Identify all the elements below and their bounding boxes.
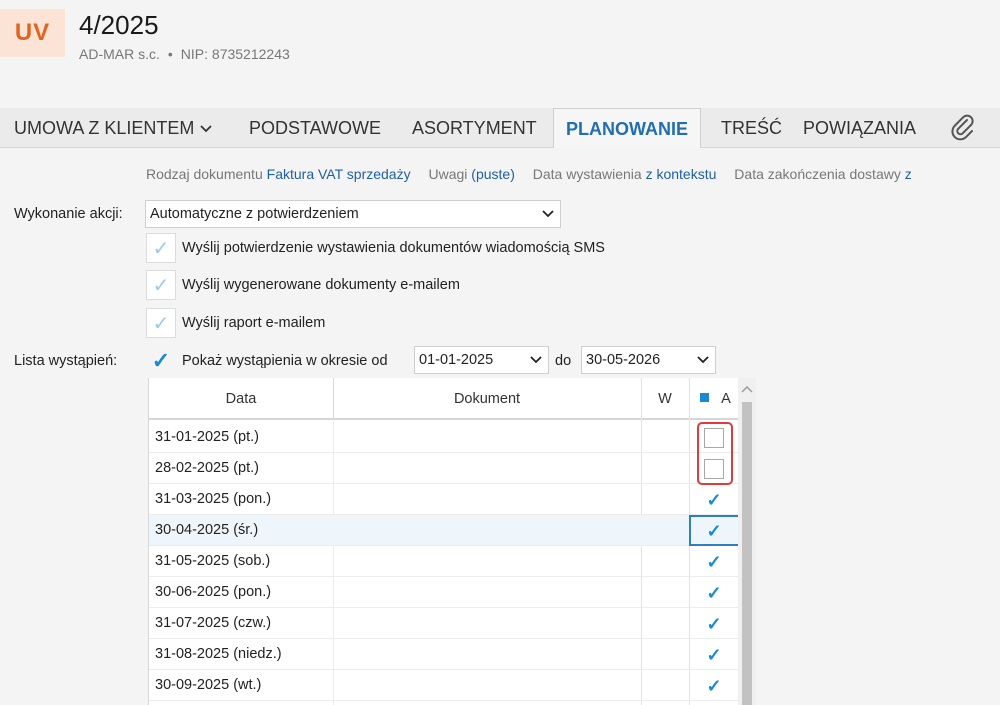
- column-header-w[interactable]: W: [641, 378, 689, 420]
- cell-focus-outline: [689, 515, 738, 546]
- row-date: 31-05-2025 (sob.): [155, 553, 271, 569]
- chevron-down-icon: [697, 347, 709, 382]
- table-row[interactable]: 31-01-2025 (pt.): [149, 422, 738, 453]
- column-header-document[interactable]: Dokument: [333, 378, 641, 420]
- delivery-end-label: Data zakończenia dostawy: [734, 166, 901, 182]
- doc-type-label: Rodzaj dokumentu: [146, 166, 263, 182]
- tab-bar: UMOWA Z KLIENTEM PODSTAWOWE ASORTYMENT P…: [0, 108, 1000, 149]
- nip-number: NIP: 8735212243: [180, 46, 290, 62]
- table-row[interactable]: 30-09-2025 (wt.) ✓: [149, 670, 738, 701]
- tab-powiazania[interactable]: POWIĄZANIA: [803, 108, 916, 148]
- document-number: 4/2025: [79, 10, 159, 40]
- row-date: 31-07-2025 (czw.): [155, 615, 272, 631]
- chevron-down-icon: [530, 347, 542, 382]
- row-date: 31-01-2025 (pt.): [155, 429, 259, 445]
- issue-date-link[interactable]: z kontekstu: [646, 166, 717, 182]
- row-date: 30-06-2025 (pon.): [155, 584, 272, 600]
- occurrences-grid: Data Dokument W A 31-01-2025 (pt.) 28-02-…: [148, 378, 738, 705]
- show-period-checkbox[interactable]: ✓: [146, 346, 176, 376]
- column-header-a[interactable]: A: [715, 378, 737, 420]
- tab-asortyment[interactable]: ASORTYMENT: [412, 108, 537, 148]
- column-divider: [333, 378, 334, 420]
- scroll-up-icon[interactable]: [738, 384, 756, 396]
- date-from-select[interactable]: 01-01-2025: [414, 346, 549, 374]
- report-option-row[interactable]: ✓ Wyślij raport e-mailem: [146, 308, 325, 338]
- grid-scrollbar[interactable]: [738, 378, 756, 705]
- row-active-checkbox[interactable]: ✓: [704, 490, 724, 510]
- row-date: 28-02-2025 (pt.): [155, 460, 259, 476]
- date-from-value: 01-01-2025: [419, 352, 494, 368]
- email-docs-option-row[interactable]: ✓ Wyślij wygenerowane dokumenty e-mailem: [146, 270, 460, 300]
- chevron-down-icon: [200, 108, 212, 148]
- notes-label: Uwagi: [428, 166, 468, 182]
- row-active-checkbox[interactable]: ✓: [704, 583, 724, 603]
- chevron-down-icon: [542, 201, 554, 236]
- row-date: 31-08-2025 (niedz.): [155, 646, 282, 662]
- table-row[interactable]: 30-04-2025 (śr.) ✓: [149, 515, 738, 546]
- tab-planowanie[interactable]: PLANOWANIE: [553, 108, 702, 149]
- scrollbar-thumb[interactable]: [742, 402, 752, 705]
- sms-option-row[interactable]: ✓ Wyślij potwierdzenie wystawienia dokum…: [146, 233, 605, 263]
- checkmark-icon: ✓: [152, 312, 170, 335]
- to-label: do: [555, 353, 572, 369]
- report-checkbox[interactable]: ✓: [146, 308, 176, 338]
- sms-checkbox[interactable]: ✓: [146, 233, 176, 263]
- column-header-date[interactable]: Data: [149, 378, 333, 420]
- planning-panel: Rodzaj dokumentu Faktura VAT sprzedaży U…: [0, 148, 1000, 705]
- row-active-checkbox[interactable]: ✓: [704, 676, 724, 696]
- checkmark-icon: ✓: [706, 614, 722, 634]
- checkmark-icon: ✓: [152, 237, 170, 260]
- table-row[interactable]: 31-07-2025 (czw.) ✓: [149, 608, 738, 639]
- table-row[interactable]: 31-05-2025 (sob.) ✓: [149, 546, 738, 577]
- sms-option-label: Wyślij potwierdzenie wystawienia dokumen…: [182, 240, 605, 256]
- action-label: Wykonanie akcji:: [14, 206, 123, 222]
- checkmark-icon: ✓: [706, 583, 722, 603]
- grid-header: Data Dokument W A: [149, 378, 738, 420]
- checkmark-icon: ✓: [706, 676, 722, 696]
- row-date: 31-03-2025 (pon.): [155, 491, 272, 507]
- doc-type-link[interactable]: Faktura VAT sprzedaży: [267, 166, 411, 182]
- row-active-checkbox[interactable]: ✓: [704, 552, 724, 572]
- checkmark-icon: ✓: [151, 348, 171, 373]
- table-row[interactable]: 30-06-2025 (pon.) ✓: [149, 577, 738, 608]
- notes-link[interactable]: (puste): [471, 166, 515, 182]
- checkmark-icon: ✓: [706, 645, 722, 665]
- row-date: 30-04-2025 (śr.): [155, 522, 259, 538]
- email-docs-option-label: Wyślij wygenerowane dokumenty e-mailem: [182, 277, 460, 293]
- document-type-badge: UV: [0, 9, 65, 57]
- tab-tresc[interactable]: TREŚĆ: [721, 108, 782, 148]
- table-row[interactable]: 31-03-2025 (pon.) ✓: [149, 484, 738, 515]
- paperclip-icon[interactable]: [950, 114, 976, 142]
- date-to-value: 30-05-2026: [586, 352, 661, 368]
- action-select-value: Automatyczne z potwierdzeniem: [150, 206, 359, 222]
- checkmark-icon: ✓: [706, 490, 722, 510]
- select-all-indicator[interactable]: [700, 393, 709, 402]
- row-active-checkbox[interactable]: ✓: [704, 645, 724, 665]
- issue-date-label: Data wystawienia: [532, 166, 642, 182]
- report-option-label: Wyślij raport e-mailem: [182, 315, 326, 331]
- document-header: UV 4/2025 AD-MAR s.c. • NIP: 8735212243: [0, 0, 1000, 108]
- table-row[interactable]: 28-02-2025 (pt.): [149, 453, 738, 484]
- company-name: AD-MAR s.c.: [79, 46, 160, 62]
- tab-label: UMOWA Z KLIENTEM: [14, 118, 195, 138]
- show-period-row[interactable]: ✓ Pokaż wystąpienia w okresie od: [146, 346, 388, 376]
- document-summary-line: Rodzaj dokumentu Faktura VAT sprzedaży U…: [146, 166, 912, 182]
- occurrences-label: Lista wystąpień:: [14, 353, 118, 369]
- tab-podstawowe[interactable]: PODSTAWOWE: [249, 108, 381, 148]
- tab-umowa-z-klientem[interactable]: UMOWA Z KLIENTEM: [14, 108, 212, 148]
- checkmark-icon: ✓: [152, 274, 170, 297]
- row-date: 30-09-2025 (wt.): [155, 677, 262, 693]
- action-select[interactable]: Automatyczne z potwierdzeniem: [145, 200, 561, 228]
- show-period-label: Pokaż wystąpienia w okresie od: [182, 353, 388, 369]
- row-active-checkbox[interactable]: ✓: [704, 614, 724, 634]
- email-docs-checkbox[interactable]: ✓: [146, 270, 176, 300]
- delivery-end-link[interactable]: z: [905, 166, 912, 182]
- separator-dot: •: [167, 46, 173, 62]
- table-row[interactable]: 31-08-2025 (niedz.) ✓: [149, 639, 738, 670]
- checkmark-icon: ✓: [706, 552, 722, 572]
- date-to-select[interactable]: 30-05-2026: [581, 346, 716, 374]
- highlight-annotation: [697, 422, 733, 485]
- document-subtitle: AD-MAR s.c. • NIP: 8735212243: [79, 46, 290, 62]
